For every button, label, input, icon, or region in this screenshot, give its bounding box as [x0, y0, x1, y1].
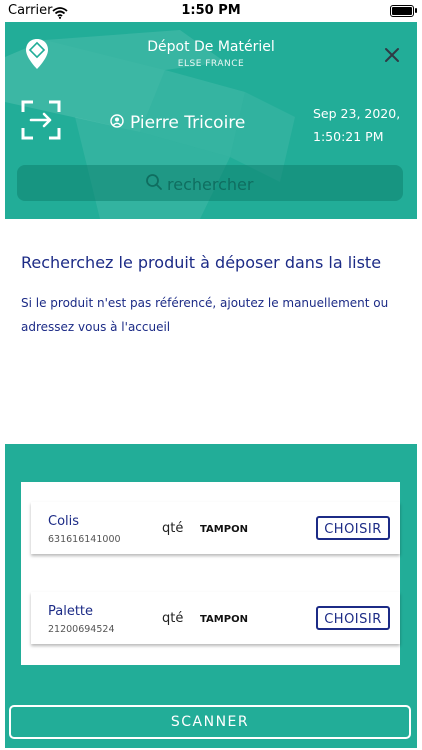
- search-bar[interactable]: [17, 165, 403, 201]
- product-row: Palette 21200694524 qté TAMPON CHOISIR: [31, 592, 400, 644]
- app-frame: Dépot De Matériel ELSE FRANCE Pierre Tri…: [5, 22, 417, 748]
- battery-icon: [390, 5, 417, 17]
- product-row: Colis 631616141000 qté TAMPON CHOISIR: [31, 502, 400, 554]
- current-time: 1:50:21 PM: [313, 129, 384, 144]
- search-icon: [145, 173, 163, 195]
- choose-button[interactable]: CHOISIR: [316, 516, 390, 540]
- datetime: Sep 23, 2020, 1:50:21 PM: [313, 102, 400, 148]
- page-title: Dépot De Matériel: [147, 39, 275, 55]
- choose-button[interactable]: CHOISIR: [316, 606, 390, 630]
- product-list: Colis 631616141000 qté TAMPON CHOISIR Pa…: [21, 482, 400, 665]
- scan-exit-icon[interactable]: [21, 100, 61, 144]
- status-time: 1:50 PM: [181, 3, 241, 18]
- user-info: Pierre Tricoire: [110, 113, 245, 133]
- product-tag: TAMPON: [200, 524, 248, 535]
- instructions-panel: Recherchez le produit à déposer dans la …: [5, 219, 417, 444]
- organization-name: ELSE FRANCE: [177, 59, 245, 69]
- current-date: Sep 23, 2020,: [313, 106, 401, 121]
- user-name: Pierre Tricoire: [130, 113, 246, 133]
- search-input[interactable]: [167, 174, 317, 194]
- product-code: 21200694524: [48, 624, 115, 635]
- quantity-label: qté: [162, 611, 184, 626]
- scanner-button[interactable]: SCANNER: [9, 705, 411, 739]
- product-name: Palette: [48, 604, 94, 619]
- status-bar: Carrier 1:50 PM: [0, 0, 422, 22]
- instructions-heading: Recherchez le produit à déposer dans la …: [21, 253, 382, 272]
- product-code: 631616141000: [48, 534, 121, 545]
- product-tag: TAMPON: [200, 614, 248, 625]
- close-icon[interactable]: [381, 44, 403, 66]
- user-icon: [110, 113, 124, 133]
- instructions-text: Si le produit n'est pas référencé, ajout…: [21, 296, 389, 334]
- product-name: Colis: [48, 514, 80, 529]
- quantity-label: qté: [162, 521, 184, 536]
